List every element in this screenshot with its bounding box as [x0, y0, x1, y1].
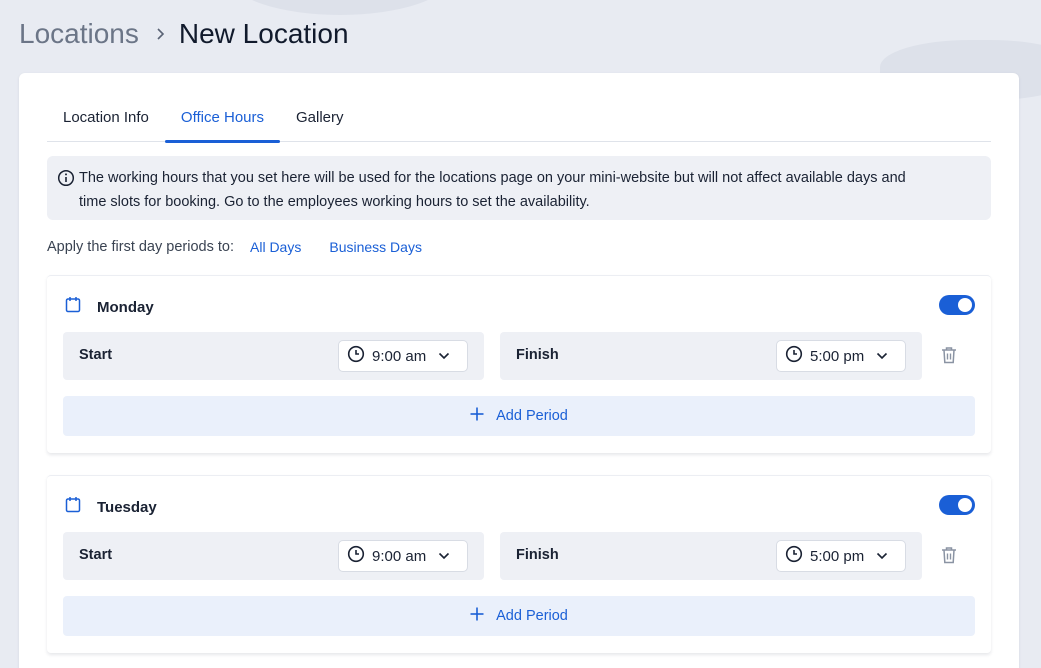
clock-icon: [347, 345, 365, 368]
chevron-down-icon: [438, 547, 450, 565]
page-title: New Location: [178, 18, 349, 49]
tab-location-info[interactable]: Location Info: [47, 99, 165, 142]
chevron-down-icon: [876, 547, 888, 565]
calendar-icon: [65, 496, 81, 518]
finish-label: Finish: [516, 547, 559, 563]
finish-time-value: 5:00 pm: [810, 347, 865, 365]
finish-time-row: Finish 5:00 pm: [500, 532, 922, 580]
add-period-label: Add Period: [496, 408, 568, 424]
start-time-select[interactable]: 9:00 am: [338, 540, 468, 572]
clock-icon: [785, 345, 803, 368]
day-block-monday: Monday Start 9:00 am Finish 5:00 pm Add …: [47, 275, 991, 453]
add-period-label: Add Period: [496, 608, 568, 624]
day-header: Tuesday: [65, 496, 157, 518]
finish-time-row: Finish 5:00 pm: [500, 332, 922, 380]
tab-office-hours[interactable]: Office Hours: [164, 99, 281, 143]
tab-bar: Location Info Office Hours Gallery: [47, 99, 991, 143]
tab-gallery[interactable]: Gallery: [280, 99, 360, 142]
clock-icon: [347, 545, 365, 568]
trash-icon[interactable]: [941, 346, 957, 369]
plus-icon: [470, 607, 484, 626]
plus-icon: [470, 407, 484, 426]
info-icon: [57, 169, 75, 195]
start-time-select[interactable]: 9:00 am: [338, 340, 468, 372]
trash-icon[interactable]: [941, 546, 957, 569]
day-name: Monday: [97, 298, 154, 316]
finish-time-select[interactable]: 5:00 pm: [776, 340, 906, 372]
day-enabled-toggle[interactable]: [939, 295, 975, 315]
info-notice: The working hours that you set here will…: [47, 156, 991, 220]
info-text-line-2: time slots for booking. Go to the employ…: [79, 194, 590, 210]
start-time-value: 9:00 am: [372, 547, 427, 565]
add-period-button[interactable]: Add Period: [63, 596, 975, 636]
add-period-button[interactable]: Add Period: [63, 396, 975, 436]
apply-periods-row: Apply the first day periods to: All Days…: [47, 237, 450, 257]
day-name: Tuesday: [97, 498, 157, 516]
breadcrumb-parent-link[interactable]: Locations: [19, 18, 139, 50]
start-label: Start: [79, 347, 113, 363]
apply-all-days-link[interactable]: All Days: [250, 239, 301, 255]
finish-label: Finish: [516, 347, 559, 363]
calendar-icon: [65, 296, 81, 318]
start-label: Start: [79, 547, 113, 563]
apply-business-days-link[interactable]: Business Days: [329, 239, 422, 255]
start-time-row: Start 9:00 am: [63, 332, 484, 380]
finish-time-select[interactable]: 5:00 pm: [776, 540, 906, 572]
start-time-row: Start 9:00 am: [63, 532, 484, 580]
location-form-card: Location Info Office Hours Gallery The w…: [19, 73, 1019, 668]
chevron-down-icon: [876, 347, 888, 365]
chevron-down-icon: [438, 347, 450, 365]
background-decoration: [230, 0, 450, 15]
chevron-right-icon: [155, 27, 165, 41]
info-text-line-1: The working hours that you set here will…: [79, 170, 906, 186]
apply-label: Apply the first day periods to:: [47, 239, 234, 255]
start-time-value: 9:00 am: [372, 347, 427, 365]
day-header: Monday: [65, 296, 154, 318]
finish-time-value: 5:00 pm: [810, 547, 865, 565]
breadcrumb: Locations New Location: [19, 14, 349, 54]
day-enabled-toggle[interactable]: [939, 495, 975, 515]
toggle-knob: [958, 498, 972, 512]
toggle-knob: [958, 298, 972, 312]
day-block-tuesday: Tuesday Start 9:00 am Finish 5:00 pm Add…: [47, 475, 991, 653]
clock-icon: [785, 545, 803, 568]
